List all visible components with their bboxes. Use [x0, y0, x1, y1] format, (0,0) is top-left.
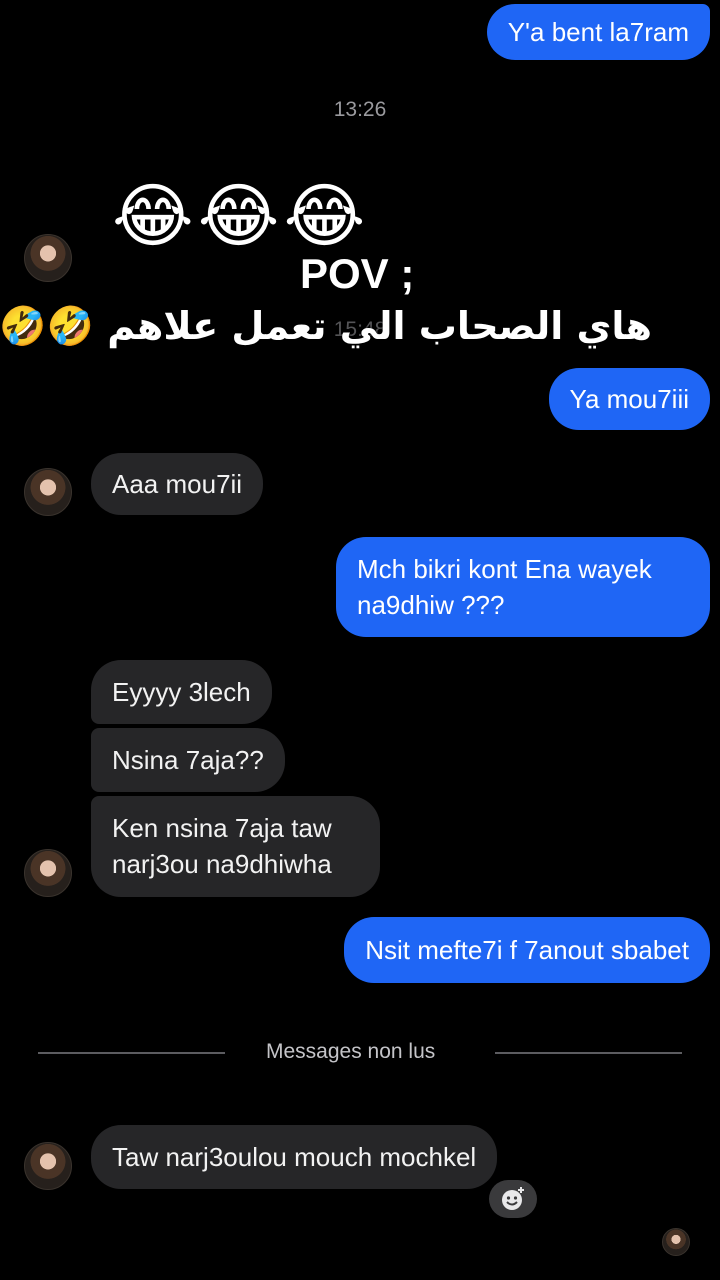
- contact-avatar[interactable]: [24, 849, 72, 897]
- incoming-message-bubble[interactable]: Ken nsina 7aja taw narj3ou na9dhiwha: [91, 796, 380, 897]
- overlay-caption: هاي الصحاب الي تعمل علاهم 🤣🤣: [0, 304, 652, 348]
- add-reaction-button[interactable]: [489, 1180, 537, 1218]
- chat-screen: Y'a bent la7ram 13:26 15:48 😂😂😂 POV ; ها…: [0, 0, 720, 1280]
- contact-avatar[interactable]: [24, 468, 72, 516]
- contact-avatar[interactable]: [24, 1142, 72, 1190]
- incoming-message-bubble[interactable]: Taw narj3oulou mouch mochkel: [91, 1125, 498, 1189]
- seen-avatar: [662, 1228, 690, 1256]
- unread-divider-line: [38, 1052, 225, 1054]
- outgoing-message-bubble[interactable]: Ya mou7iii: [548, 368, 710, 430]
- outgoing-message-bubble[interactable]: Mch bikri kont Ena wayek na9dhiw ???: [336, 537, 710, 637]
- unread-divider-label: Messages non lus: [266, 1040, 436, 1063]
- incoming-message-bubble[interactable]: Nsina 7aja??: [91, 728, 285, 792]
- outgoing-message-bubble[interactable]: Y'a bent la7ram: [486, 4, 710, 60]
- unread-divider-line: [495, 1052, 682, 1054]
- add-reaction-icon: [502, 1187, 524, 1210]
- timestamp: 13:26: [333, 98, 387, 121]
- incoming-message-bubble[interactable]: Aaa mou7ii: [91, 453, 264, 515]
- overlay-title: POV ;: [300, 250, 415, 297]
- emoji-overlay: 😂😂😂: [112, 175, 370, 257]
- incoming-message-bubble[interactable]: Eyyyy 3lech: [91, 660, 272, 724]
- outgoing-message-bubble[interactable]: Nsit mefte7i f 7anout sbabet: [344, 917, 710, 983]
- contact-avatar[interactable]: [24, 234, 72, 282]
